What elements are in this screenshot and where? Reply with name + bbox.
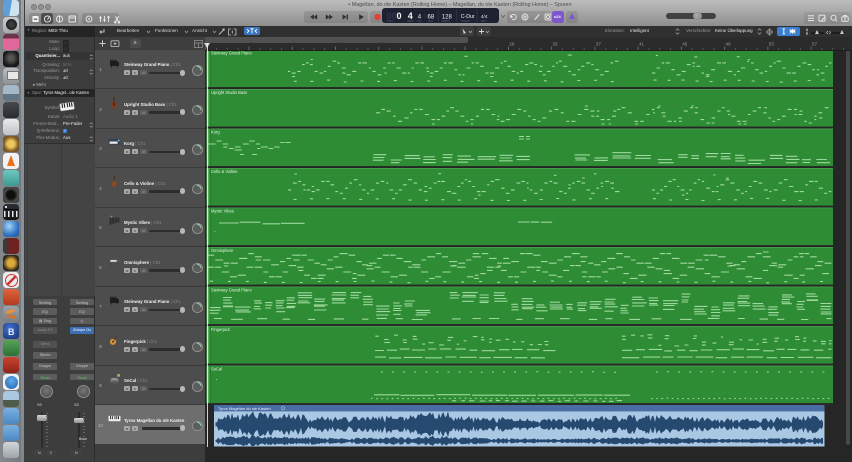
svg-text:5: 5 <box>250 41 253 46</box>
svg-text:Korg: Korg <box>211 130 220 135</box>
svg-text:13: 13 <box>336 41 342 46</box>
svg-text:TICK: TICK <box>427 20 433 23</box>
svg-text:Omnisphere: Omnisphere <box>211 248 234 253</box>
svg-text:21: 21 <box>423 41 429 46</box>
svg-text:TEMPO: TEMPO <box>441 20 450 23</box>
svg-text:37: 37 <box>596 41 602 46</box>
svg-text:Tyros Magellan du ole Kasten: Tyros Magellan du ole Kasten <box>218 406 271 411</box>
svg-text:Upright Studio Bass: Upright Studio Bass <box>211 90 247 95</box>
svg-text:DIV: DIV <box>417 20 421 23</box>
svg-text:TAKT: TAKT <box>387 20 393 23</box>
svg-text:Steinway Grand Piano: Steinway Grand Piano <box>211 288 252 293</box>
svg-text:Steinway Grand Piano: Steinway Grand Piano <box>211 51 252 56</box>
svg-text:33: 33 <box>553 41 559 46</box>
svg-text:53: 53 <box>769 41 775 46</box>
svg-text:17: 17 <box>380 41 386 46</box>
svg-text:4/4: 4/4 <box>481 14 488 19</box>
svg-text:0: 0 <box>396 11 401 21</box>
svg-text:29: 29 <box>509 41 515 46</box>
svg-text:Mystic Vibes: Mystic Vibes <box>211 209 234 214</box>
svg-text:BEAT: BEAT <box>407 20 414 23</box>
svg-text:TAKT: TAKT <box>480 20 486 23</box>
svg-text:Fingerpick: Fingerpick <box>211 327 231 332</box>
svg-text:9: 9 <box>293 41 296 46</box>
svg-text:TONART: TONART <box>460 20 470 23</box>
svg-text:45: 45 <box>682 41 688 46</box>
svg-text:49: 49 <box>726 41 732 46</box>
svg-text:Cello & Violine: Cello & Violine <box>211 169 238 174</box>
svg-text:57: 57 <box>812 41 818 46</box>
svg-text:41: 41 <box>639 41 645 46</box>
svg-text:SoCal: SoCal <box>211 367 222 372</box>
svg-text:25: 25 <box>466 41 472 46</box>
